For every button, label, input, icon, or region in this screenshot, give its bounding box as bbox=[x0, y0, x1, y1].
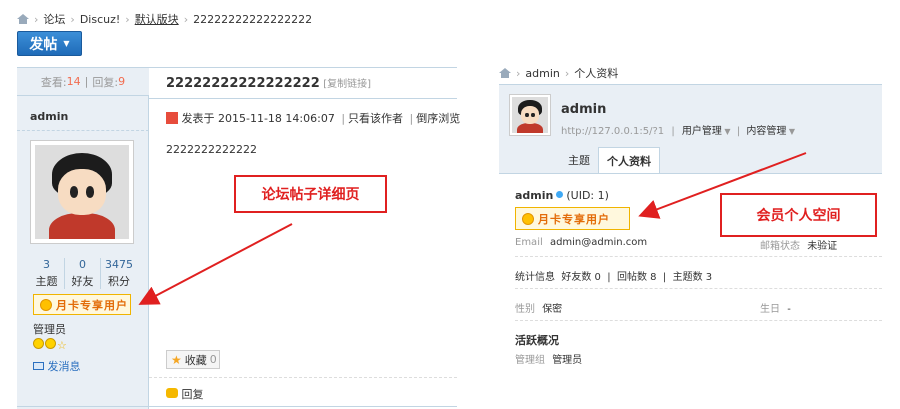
new-post-label: 发帖 bbox=[29, 36, 58, 53]
copy-link[interactable]: [复制链接] bbox=[323, 79, 371, 90]
star-icon: ★ bbox=[171, 352, 182, 367]
forum-arrow bbox=[138, 223, 293, 305]
favorite-count: 0 bbox=[209, 353, 217, 366]
email-status-value: 未验证 bbox=[807, 241, 838, 252]
author-name[interactable]: admin bbox=[30, 110, 68, 123]
smiley-icon bbox=[45, 338, 56, 349]
stats-line: 统计信息 好友数 0 | 回帖数 8 | 主题数 3 bbox=[515, 272, 713, 283]
birthday-row: 生日 - bbox=[760, 300, 791, 315]
stat-credits[interactable]: 3475 积分 bbox=[101, 258, 137, 289]
reply-icon bbox=[166, 388, 178, 398]
email-value: admin@admin.com bbox=[549, 237, 648, 248]
favorite-label: 收藏 bbox=[184, 353, 207, 367]
group-label: 管理组 bbox=[515, 355, 545, 366]
new-post-button[interactable]: 发帖 ▼ bbox=[17, 31, 82, 56]
profile-avatar[interactable] bbox=[509, 94, 551, 136]
crumb-board[interactable]: 默认版块 bbox=[135, 13, 179, 26]
crumb-discuz[interactable]: Discuz! bbox=[80, 13, 120, 26]
thread-header: 22222222222222222 [复制链接] bbox=[166, 75, 371, 91]
stat-friends[interactable]: 0 好友 bbox=[65, 258, 101, 289]
views-count: 14 bbox=[66, 75, 81, 88]
badge-label: 月卡专享用户 bbox=[56, 298, 128, 312]
profile-breadcrumb: › admin › 个人资料 bbox=[499, 65, 618, 81]
chevron-down-icon: ▼ bbox=[721, 127, 731, 136]
badge-label: 月卡专享用户 bbox=[538, 212, 610, 226]
author-group: 管理员 bbox=[33, 323, 66, 336]
replies-count: 9 bbox=[118, 75, 126, 88]
user-mgmt-menu[interactable]: 用户管理 bbox=[682, 126, 722, 137]
birthday-label: 生日 bbox=[760, 304, 780, 315]
profile-links: http://127.0.0.1:5/?1 | 用户管理 ▼ | 内容管理 ▼ bbox=[561, 126, 796, 137]
stat-threads[interactable]: 3 主题 bbox=[29, 258, 65, 289]
stat-value: 3475 bbox=[105, 258, 133, 271]
author-stats: 3 主题 0 好友 3475 积分 bbox=[17, 258, 149, 289]
crumb-thread: 22222222222222222 bbox=[193, 13, 313, 26]
profile-url[interactable]: http://127.0.0.1:5/?1 bbox=[561, 126, 664, 137]
replies-label: 回复: bbox=[92, 75, 119, 89]
crumb-user[interactable]: admin bbox=[525, 67, 559, 80]
profile-uid: (UID: 1) bbox=[566, 189, 609, 202]
email-row: Email admin@admin.com bbox=[515, 237, 647, 248]
tab-threads[interactable]: 主题 bbox=[560, 147, 598, 173]
thread-title: 22222222222222222 bbox=[166, 76, 320, 91]
gender-row: 性别 保密 bbox=[515, 300, 562, 315]
home-icon[interactable] bbox=[17, 14, 29, 24]
profile-callout: 会员个人空间 bbox=[720, 193, 877, 237]
reverse-order-link[interactable]: 倒序浏览 bbox=[416, 112, 460, 125]
smiley-icon bbox=[33, 338, 44, 349]
envelope-icon bbox=[33, 362, 44, 370]
stat-label: 积分 bbox=[108, 275, 130, 288]
only-author-link[interactable]: 只看该作者 bbox=[348, 112, 403, 125]
send-message-link[interactable]: 发消息 bbox=[33, 358, 81, 374]
email-status-label: 邮箱状态 bbox=[760, 241, 800, 252]
online-status-icon bbox=[556, 191, 564, 198]
profile-name: admin bbox=[515, 189, 554, 202]
member-badge: 月卡专享用户 bbox=[33, 294, 131, 315]
email-status-row: 邮箱状态 未验证 bbox=[760, 237, 837, 252]
reply-link[interactable]: 回复 bbox=[166, 386, 204, 402]
thread-stats: 查看: 14 | 回复: 9 bbox=[17, 68, 149, 96]
star-icon: ☆ bbox=[57, 339, 67, 352]
birthday-value: - bbox=[787, 304, 791, 315]
send-message-label: 发消息 bbox=[47, 360, 81, 373]
forum-callout: 论坛帖子详细页 bbox=[234, 175, 387, 213]
sun-icon bbox=[40, 298, 52, 311]
reply-label: 回复 bbox=[181, 388, 204, 401]
author-icon bbox=[166, 112, 178, 124]
gender-label: 性别 bbox=[515, 304, 535, 315]
chevron-down-icon: ▼ bbox=[63, 39, 70, 48]
post-time: 发表于 2015-11-18 14:06:07 bbox=[181, 112, 335, 125]
author-avatar[interactable] bbox=[30, 140, 134, 244]
stat-value: 3 bbox=[43, 258, 50, 271]
forum-breadcrumb: › 论坛 › Discuz! › 默认版块 › 22222222222222222 bbox=[17, 11, 312, 27]
group-value: 管理员 bbox=[552, 355, 583, 366]
stat-label: 主题 bbox=[35, 275, 58, 288]
tab-profile[interactable]: 个人资料 bbox=[598, 147, 660, 174]
sun-icon bbox=[522, 212, 534, 225]
crumb-profile: 个人资料 bbox=[574, 67, 619, 80]
post-meta: 发表于 2015-11-18 14:06:07 | 只看该作者 | 倒序浏览 bbox=[166, 110, 460, 126]
views-label: 查看: bbox=[40, 75, 67, 89]
stat-label: 好友 bbox=[71, 275, 94, 288]
activity-title: 活跃概况 bbox=[515, 334, 559, 347]
post-content: 2222222222222 bbox=[166, 143, 257, 156]
gender-value: 保密 bbox=[542, 304, 563, 315]
chevron-down-icon: ▼ bbox=[786, 127, 796, 136]
email-label: Email bbox=[515, 237, 543, 248]
stat-value: 0 bbox=[79, 258, 86, 271]
profile-username: admin bbox=[561, 102, 607, 117]
content-mgmt-menu[interactable]: 内容管理 bbox=[746, 126, 786, 137]
medals: ☆ bbox=[33, 338, 67, 352]
profile-badge: 月卡专享用户 bbox=[515, 207, 630, 230]
favorite-button[interactable]: ★ 收藏 0 bbox=[166, 350, 220, 369]
crumb-forum[interactable]: 论坛 bbox=[43, 13, 65, 26]
home-icon[interactable] bbox=[499, 68, 511, 78]
profile-id-line: admin (UID: 1) bbox=[515, 189, 609, 202]
group-row: 管理组 管理员 bbox=[515, 351, 582, 366]
